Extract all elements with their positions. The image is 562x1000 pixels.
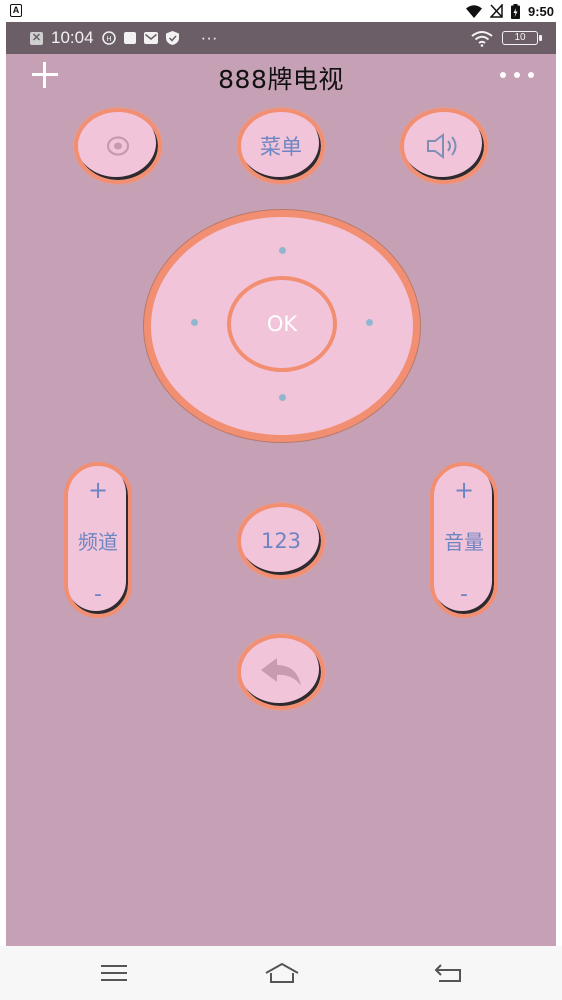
- more-notifications: ···: [200, 28, 218, 47]
- right-arrow-button[interactable]: [366, 319, 373, 326]
- wifi-icon: [465, 4, 482, 18]
- home-button[interactable]: [262, 958, 302, 988]
- back-nav-icon: [434, 964, 461, 982]
- wifi-signal-icon: [471, 30, 493, 47]
- number-pad-button[interactable]: 123: [237, 503, 325, 579]
- app-notification-icon: A: [10, 4, 22, 17]
- app-header: 888牌电视: [6, 54, 556, 98]
- up-arrow-button[interactable]: [279, 247, 286, 254]
- menu-button[interactable]: 菜单: [237, 108, 325, 184]
- down-arrow-button[interactable]: [279, 394, 286, 401]
- more-dot: [500, 72, 506, 78]
- volume-up-button[interactable]: +: [434, 478, 494, 502]
- back-button[interactable]: [237, 634, 325, 710]
- system-navigation-bar: [0, 946, 562, 1000]
- battery-level: 10: [502, 31, 542, 45]
- svg-text:H: H: [106, 35, 111, 43]
- power-icon: [106, 136, 130, 156]
- power-button[interactable]: [74, 108, 162, 184]
- more-dot: [514, 72, 520, 78]
- page-title: 888牌电视: [218, 65, 344, 94]
- recent-apps-button[interactable]: [94, 958, 134, 988]
- number-pad-label: 123: [260, 529, 302, 553]
- back-arrow-icon: [261, 658, 301, 686]
- system-back-button[interactable]: [428, 958, 468, 988]
- inner-status-bar: ✕ 10:04 H ··· 10: [6, 22, 556, 54]
- more-dots-icon[interactable]: [500, 72, 534, 80]
- volume-label: 音量: [444, 530, 484, 554]
- ok-button-label: OK: [266, 312, 298, 336]
- menu-button-label: 菜单: [260, 135, 302, 159]
- system-status-bar: A 9:50: [0, 0, 562, 22]
- channel-label: 频道: [78, 530, 118, 554]
- app-screen: ✕ 10:04 H ··· 10 888牌电视 菜单 OK + 频道 - 123…: [6, 22, 556, 946]
- more-dot: [528, 72, 534, 78]
- home-icon: [265, 962, 299, 983]
- system-clock: 9:50: [527, 3, 554, 19]
- channel-up-button[interactable]: +: [68, 478, 128, 502]
- mute-button[interactable]: [400, 108, 488, 184]
- no-sim-icon: [489, 4, 503, 18]
- ok-button[interactable]: OK: [227, 276, 337, 372]
- volume-down-button[interactable]: -: [434, 584, 494, 606]
- left-arrow-button[interactable]: [191, 319, 198, 326]
- close-notification-icon: ✕: [30, 31, 43, 45]
- battery-charging-icon: [510, 3, 520, 19]
- direction-pad[interactable]: OK: [144, 210, 420, 442]
- volume-control: + 音量 -: [430, 462, 498, 618]
- inner-clock: 10:04: [51, 28, 94, 47]
- shield-icon: [165, 31, 179, 45]
- notification-square-icon: [123, 32, 136, 44]
- channel-control: + 频道 -: [64, 462, 132, 618]
- menu-lines-icon: [101, 965, 127, 981]
- hd-icon: H: [101, 31, 116, 45]
- speaker-icon: [427, 133, 457, 159]
- channel-down-button[interactable]: -: [68, 584, 128, 606]
- mail-icon: [143, 32, 158, 44]
